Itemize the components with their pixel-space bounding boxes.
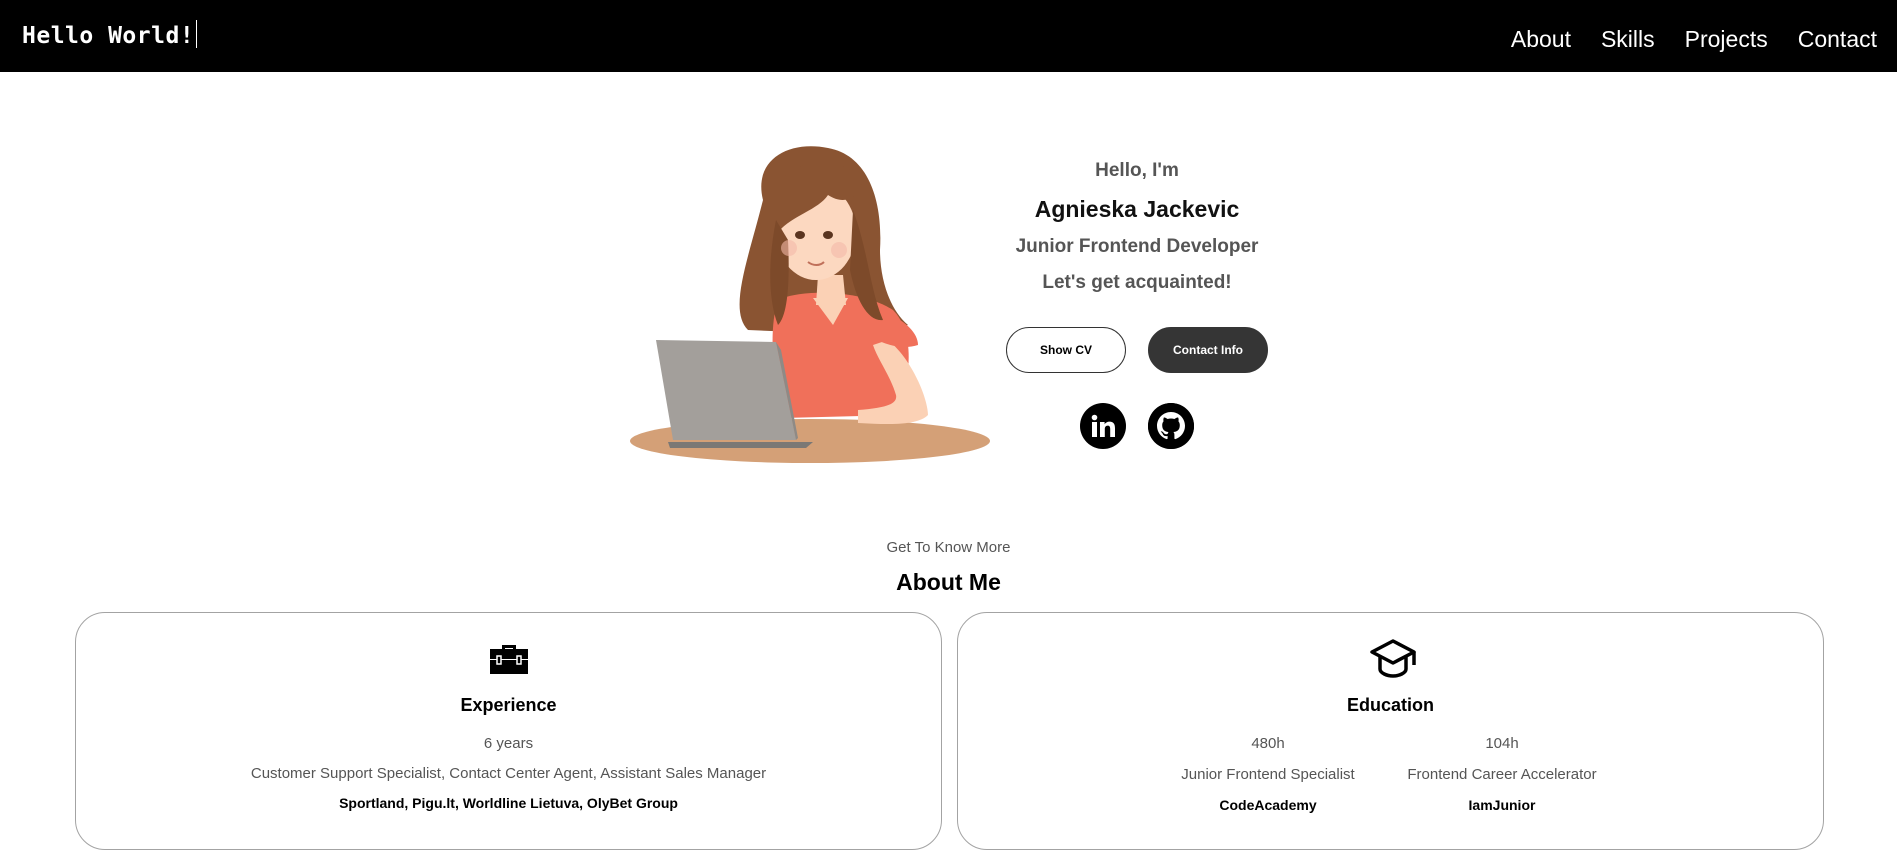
education-school: CodeAcademy <box>1219 797 1317 813</box>
education-item: 480h Junior Frontend Specialist CodeAcad… <box>1148 735 1388 813</box>
show-cv-button[interactable]: Show CV <box>1006 327 1126 373</box>
education-school: IamJunior <box>1468 797 1536 813</box>
education-hours: 104h <box>1485 735 1519 752</box>
education-course: Junior Frontend Specialist <box>1181 766 1355 783</box>
graduation-cap-icon <box>1369 637 1416 681</box>
hero-name: Agnieska Jackevic <box>1034 196 1240 222</box>
about-subtitle: Get To Know More <box>886 539 1011 556</box>
github-icon[interactable] <box>1148 403 1194 449</box>
hero-role: Junior Frontend Developer <box>1015 236 1259 257</box>
experience-roles: Customer Support Specialist, Contact Cen… <box>250 765 767 782</box>
hero-intro: Hello, I'm Agnieska Jackevic Junior Fron… <box>1006 155 1268 294</box>
main-nav: About Skills Projects Contact <box>1511 26 1877 53</box>
education-card: Education 480h Junior Frontend Specialis… <box>957 612 1824 850</box>
nav-link-skills[interactable]: Skills <box>1601 26 1655 53</box>
contact-info-button[interactable]: Contact Info <box>1148 327 1268 373</box>
education-course: Frontend Career Accelerator <box>1407 766 1597 783</box>
experience-companies: Sportland, Pigu.lt, Worldline Lietuva, O… <box>339 795 678 811</box>
experience-card: Experience 6 years Customer Support Spec… <box>75 612 942 850</box>
hero-tagline: Let's get acquainted! <box>1042 272 1232 293</box>
profile-illustration <box>628 140 994 470</box>
hero-buttons: Show CV Contact Info <box>1006 327 1268 373</box>
nav-link-about[interactable]: About <box>1511 26 1571 53</box>
logo-text: Hello World! <box>22 23 195 49</box>
nav-link-projects[interactable]: Projects <box>1685 26 1768 53</box>
education-title: Education <box>1346 695 1434 715</box>
experience-title: Experience <box>460 695 557 715</box>
hero-greeting: Hello, I'm <box>1095 160 1179 181</box>
typing-caret <box>196 20 198 48</box>
about-title: About Me <box>896 569 1001 595</box>
education-item: 104h Frontend Career Accelerator IamJuni… <box>1382 735 1622 813</box>
experience-years: 6 years <box>483 735 534 752</box>
site-logo[interactable]: Hello World! <box>22 20 198 49</box>
briefcase-icon <box>487 637 531 681</box>
social-links <box>1080 403 1194 449</box>
top-navbar: Hello World! About Skills Projects Conta… <box>0 0 1897 72</box>
linkedin-icon[interactable] <box>1080 403 1126 449</box>
education-hours: 480h <box>1251 735 1285 752</box>
nav-link-contact[interactable]: Contact <box>1798 26 1877 53</box>
